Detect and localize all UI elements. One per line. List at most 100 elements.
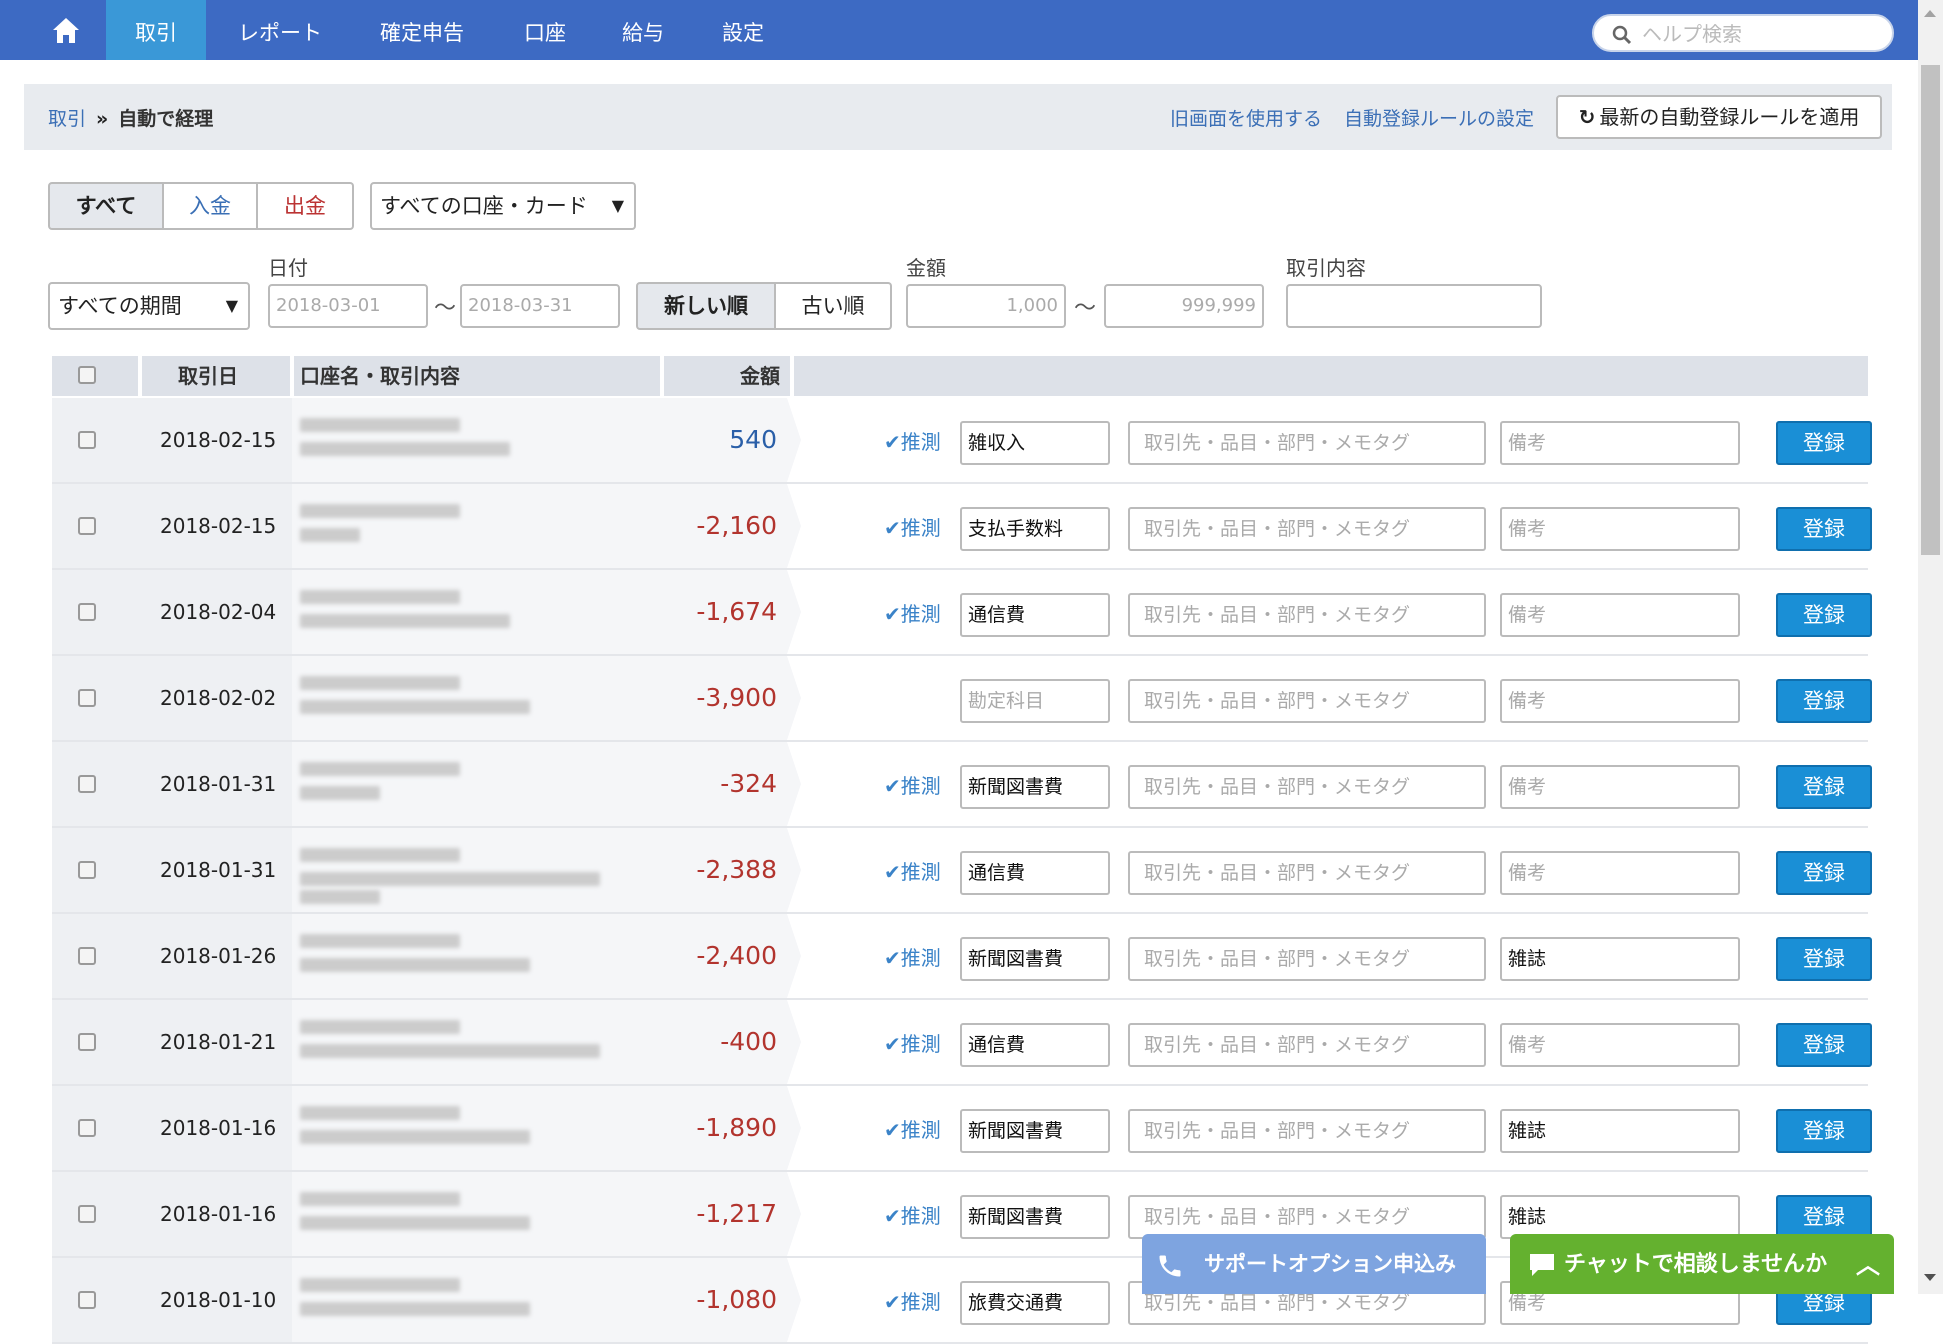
- account-description: [292, 1000, 662, 1084]
- filter-income-button[interactable]: 入金: [164, 182, 258, 230]
- row-checkbox[interactable]: [78, 1205, 96, 1227]
- partner-tag-input[interactable]: 取引先・品目・部門・メモタグ: [1128, 851, 1486, 895]
- partner-tag-input[interactable]: 取引先・品目・部門・メモタグ: [1128, 1109, 1486, 1153]
- amount-min-input[interactable]: 1,000: [906, 284, 1066, 328]
- partner-tag-input[interactable]: 取引先・品目・部門・メモタグ: [1128, 421, 1486, 465]
- note-input[interactable]: 雑誌: [1500, 937, 1740, 981]
- note-input[interactable]: 備考: [1500, 507, 1740, 551]
- page-title: 自動で経理: [118, 108, 214, 130]
- transaction-amount: -400: [662, 1000, 787, 1084]
- filter-all-button[interactable]: すべて: [48, 182, 164, 230]
- note-input[interactable]: 備考: [1500, 593, 1740, 637]
- register-button[interactable]: 登録: [1776, 507, 1872, 551]
- scroll-down-icon[interactable]: [1924, 1274, 1936, 1281]
- filter-expense-button[interactable]: 出金: [258, 182, 354, 230]
- nav-item-accounts[interactable]: 口座: [512, 0, 578, 60]
- row-checkbox[interactable]: [78, 689, 96, 711]
- description-input[interactable]: [1286, 284, 1542, 328]
- partner-tag-input[interactable]: 取引先・品目・部門・メモタグ: [1128, 1023, 1486, 1067]
- date-to-input[interactable]: 2018-03-31: [460, 284, 620, 328]
- row-checkbox[interactable]: [78, 517, 96, 539]
- category-input[interactable]: 新聞図書費: [960, 937, 1110, 981]
- nav-item-transactions[interactable]: 取引: [106, 0, 206, 60]
- chevron-up-icon[interactable]: ︿: [1856, 1234, 1880, 1296]
- note-input[interactable]: 備考: [1500, 851, 1740, 895]
- row-checkbox[interactable]: [78, 603, 96, 625]
- scroll-up-icon[interactable]: [1924, 10, 1936, 17]
- category-input[interactable]: 新聞図書費: [960, 765, 1110, 809]
- row-notch: [787, 570, 801, 654]
- partner-tag-input[interactable]: 取引先・品目・部門・メモタグ: [1128, 507, 1486, 551]
- old-screen-link[interactable]: 旧画面を使用する: [1170, 104, 1322, 131]
- row-notch: [787, 1086, 801, 1170]
- amount-max-input[interactable]: 999,999: [1104, 284, 1264, 328]
- category-input[interactable]: 勘定科目: [960, 679, 1110, 723]
- rule-settings-link[interactable]: 自動登録ルールの設定: [1344, 104, 1534, 131]
- partner-tag-input[interactable]: 取引先・品目・部門・メモタグ: [1128, 937, 1486, 981]
- nav-item-settings[interactable]: 設定: [710, 0, 776, 60]
- row-checkbox[interactable]: [78, 775, 96, 797]
- category-input[interactable]: 旅費交通費: [960, 1281, 1110, 1325]
- note-placeholder: 備考: [1508, 518, 1547, 540]
- guess-label: ✔推測: [884, 602, 941, 626]
- category-input[interactable]: 新聞図書費: [960, 1109, 1110, 1153]
- redacted-text: [300, 418, 460, 432]
- category-input[interactable]: 雑収入: [960, 421, 1110, 465]
- category-input[interactable]: 通信費: [960, 1023, 1110, 1067]
- help-search[interactable]: [1592, 14, 1894, 52]
- header-account: 口座名・取引内容: [300, 364, 460, 388]
- period-select-value: すべての期間: [58, 294, 182, 318]
- register-button[interactable]: 登録: [1776, 1023, 1872, 1067]
- apply-rules-button[interactable]: ↻ 最新の自動登録ルールを適用: [1556, 95, 1882, 139]
- redacted-text: [300, 1216, 530, 1230]
- row-notch: [787, 1172, 801, 1256]
- register-button[interactable]: 登録: [1776, 1109, 1872, 1153]
- partner-tag-input[interactable]: 取引先・品目・部門・メモタグ: [1128, 593, 1486, 637]
- row-checkbox[interactable]: [78, 1119, 96, 1141]
- note-placeholder: 備考: [1508, 1292, 1547, 1314]
- note-input[interactable]: 備考: [1500, 679, 1740, 723]
- nav-item-payroll[interactable]: 給与: [610, 0, 676, 60]
- date-from-input[interactable]: 2018-03-01: [268, 284, 428, 328]
- note-input[interactable]: 雑誌: [1500, 1195, 1740, 1239]
- account-select[interactable]: すべての口座・カード ▼: [370, 182, 636, 230]
- home-icon[interactable]: [36, 0, 96, 60]
- breadcrumb-parent[interactable]: 取引: [48, 108, 86, 130]
- select-all-checkbox[interactable]: [78, 366, 96, 386]
- nav-item-tax-return[interactable]: 確定申告: [366, 0, 478, 60]
- register-button[interactable]: 登録: [1776, 421, 1872, 465]
- note-input[interactable]: 雑誌: [1500, 1109, 1740, 1153]
- register-button[interactable]: 登録: [1776, 1195, 1872, 1239]
- sort-oldest-button[interactable]: 古い順: [776, 282, 892, 330]
- category-input[interactable]: 通信費: [960, 593, 1110, 637]
- support-option-button[interactable]: サポートオプション申込み: [1142, 1234, 1486, 1294]
- nav-item-reports[interactable]: レポート: [222, 0, 338, 60]
- category-input[interactable]: 新聞図書費: [960, 1195, 1110, 1239]
- scroll-thumb[interactable]: [1921, 65, 1940, 555]
- category-input[interactable]: 通信費: [960, 851, 1110, 895]
- row-checkbox[interactable]: [78, 1033, 96, 1055]
- row-checkbox[interactable]: [78, 1291, 96, 1313]
- page-scrollbar[interactable]: [1918, 0, 1943, 1294]
- category-input[interactable]: 支払手数料: [960, 507, 1110, 551]
- partner-tag-input[interactable]: 取引先・品目・部門・メモタグ: [1128, 679, 1486, 723]
- help-search-input[interactable]: [1642, 20, 1882, 48]
- row-checkbox[interactable]: [78, 947, 96, 969]
- row-checkbox[interactable]: [78, 861, 96, 883]
- row-checkbox[interactable]: [78, 431, 96, 453]
- register-button[interactable]: 登録: [1776, 937, 1872, 981]
- partner-tag-input[interactable]: 取引先・品目・部門・メモタグ: [1128, 1195, 1486, 1239]
- note-input[interactable]: 備考: [1500, 765, 1740, 809]
- table-row: 2018-01-26 -2,400 ✔推測 新聞図書費 取引先・品目・部門・メモ…: [52, 914, 1872, 1000]
- sort-newest-button[interactable]: 新しい順: [636, 282, 776, 330]
- note-input[interactable]: 備考: [1500, 421, 1740, 465]
- partner-tag-input[interactable]: 取引先・品目・部門・メモタグ: [1128, 765, 1486, 809]
- register-button[interactable]: 登録: [1776, 851, 1872, 895]
- period-select[interactable]: すべての期間 ▼: [48, 282, 250, 330]
- redacted-text: [300, 700, 530, 714]
- register-button[interactable]: 登録: [1776, 765, 1872, 809]
- register-button[interactable]: 登録: [1776, 679, 1872, 723]
- note-input[interactable]: 備考: [1500, 1023, 1740, 1067]
- register-button[interactable]: 登録: [1776, 593, 1872, 637]
- chat-button[interactable]: チャットで相談しませんか ︿: [1510, 1234, 1894, 1294]
